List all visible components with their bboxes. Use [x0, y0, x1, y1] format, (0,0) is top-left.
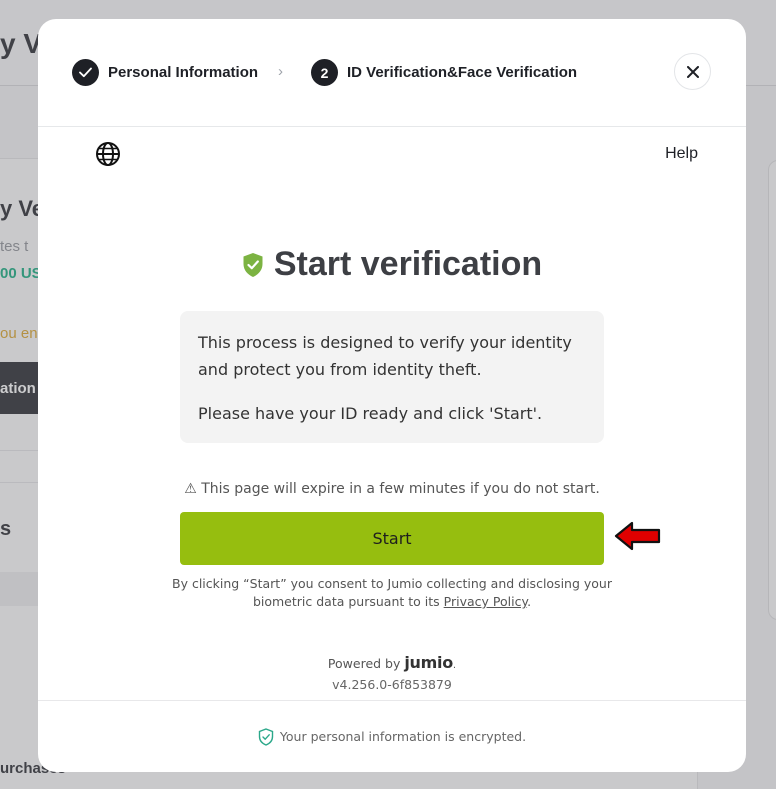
info-box: This process is designed to verify your … — [180, 311, 604, 443]
check-icon — [72, 59, 99, 86]
arrow-left-icon — [614, 521, 661, 551]
step-label: ID Verification&Face Verification — [347, 64, 578, 81]
start-button[interactable]: Start — [180, 512, 604, 565]
jumio-logo-dot: . — [452, 660, 457, 671]
globe-icon[interactable] — [95, 141, 121, 167]
privacy-policy-link[interactable]: Privacy Policy — [444, 594, 527, 609]
page-title: Start verification — [273, 245, 543, 283]
shield-check-icon — [258, 727, 274, 746]
step-id-verification: 2 ID Verification&Face Verification — [311, 59, 577, 86]
help-link[interactable]: Help — [665, 145, 698, 163]
close-button[interactable] — [674, 53, 711, 90]
consent-text: By clicking “Start” you consent to Jumio… — [168, 575, 616, 611]
shield-check-icon — [243, 252, 263, 277]
close-icon — [686, 65, 699, 78]
version-label: v4.256.0-6f853879 — [332, 677, 452, 692]
title-row: Start verification — [38, 245, 746, 284]
jumio-logo: jumio — [404, 653, 453, 672]
expire-notice: ⚠ This page will expire in a few minutes… — [184, 481, 600, 497]
info-text: Please have your ID ready and click 'Sta… — [198, 404, 543, 423]
encrypted-notice: Your personal information is encrypted. — [279, 729, 527, 744]
modal-header: Personal Information › 2 ID Verification… — [38, 19, 746, 127]
modal-footer: Your personal information is encrypted. — [38, 700, 746, 772]
powered-by: Powered by jumio. — [38, 653, 746, 672]
consent-end: . — [527, 594, 532, 609]
consent-body: By clicking “Start” you consent to Jumio… — [172, 576, 612, 609]
step-personal-information: Personal Information — [72, 59, 258, 86]
info-text: This process is designed to verify your … — [198, 333, 572, 379]
verification-modal: Personal Information › 2 ID Verification… — [38, 19, 746, 772]
step-number: 2 — [311, 59, 338, 86]
chevron-right-icon: › — [278, 63, 283, 80]
step-label: Personal Information — [108, 64, 259, 81]
powered-by-label: Powered by — [327, 656, 401, 671]
